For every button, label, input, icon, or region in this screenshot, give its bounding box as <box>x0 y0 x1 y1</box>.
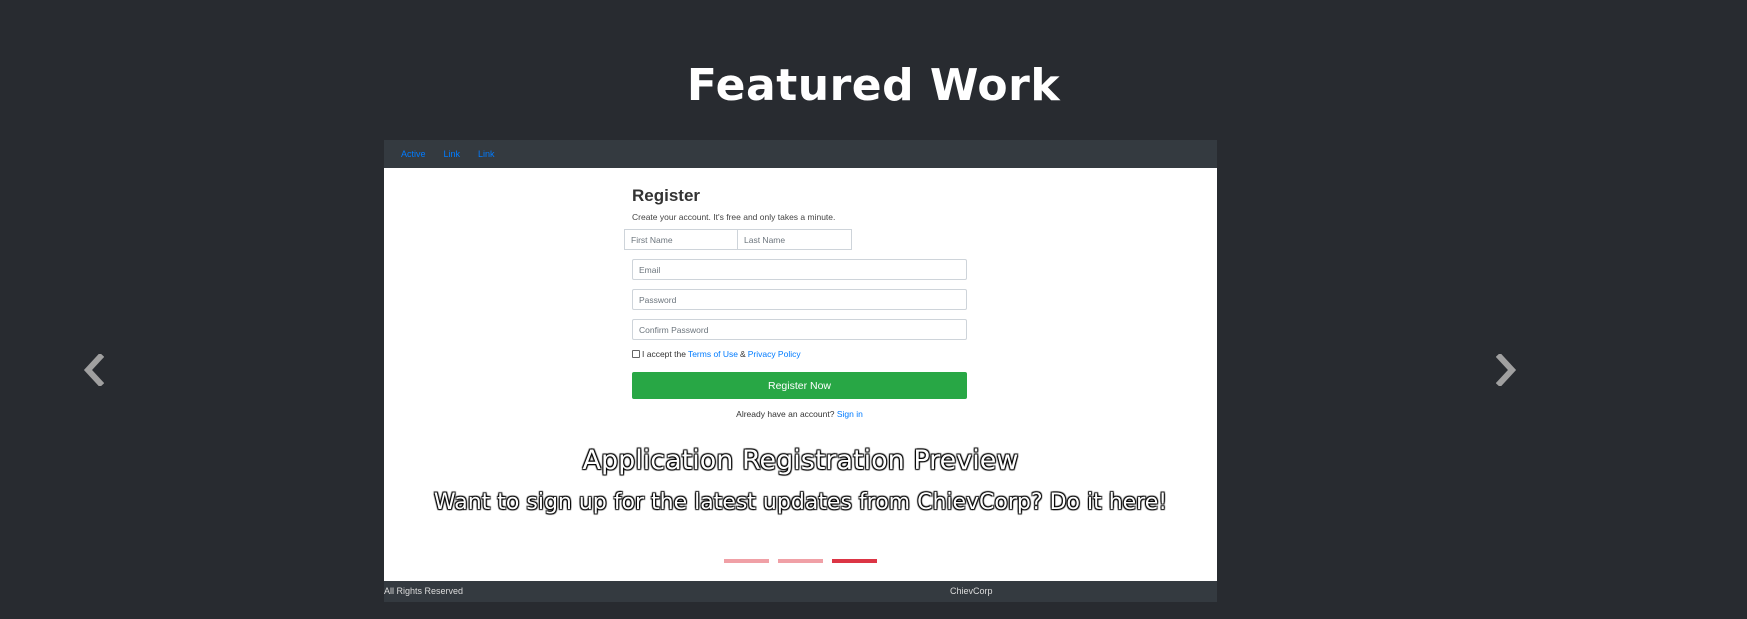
register-title: Register <box>632 186 701 205</box>
preview-navbar: Active Link Link <box>384 140 1217 168</box>
page: Featured Work Active Link Link Register … <box>0 0 1747 619</box>
carousel-next-button[interactable] <box>1492 350 1522 390</box>
carousel-prev-button[interactable] <box>78 350 108 390</box>
terms-of-use-link[interactable]: Terms of Use <box>688 349 738 359</box>
last-name-field[interactable]: Last Name <box>738 229 852 250</box>
register-now-button[interactable]: Register Now <box>632 372 967 399</box>
password-field[interactable]: Password <box>632 289 967 310</box>
signin-link[interactable]: Sign in <box>837 409 863 419</box>
footer-bar: All Rights Reserved ChievCorp <box>384 581 1217 602</box>
carousel-indicator-3[interactable] <box>832 559 877 563</box>
section-title: Featured Work <box>686 60 1061 111</box>
register-form: Register Create your account. It's free … <box>624 186 967 419</box>
signin-prefix: Already have an account? <box>736 409 835 419</box>
preview-nav-active[interactable]: Active <box>401 149 426 159</box>
terms-prefix: I accept the <box>642 349 686 359</box>
chevron-left-icon <box>83 354 104 386</box>
name-row: First Name Last Name <box>624 229 967 250</box>
register-subtitle: Create your account. It's free and only … <box>632 212 836 222</box>
signin-row: Already have an account? Sign in <box>632 409 967 419</box>
first-name-field[interactable]: First Name <box>624 229 738 250</box>
carousel-indicators <box>384 559 1217 563</box>
carousel-indicator-1[interactable] <box>724 559 769 563</box>
carousel-indicator-2[interactable] <box>778 559 823 563</box>
privacy-policy-link[interactable]: Privacy Policy <box>748 349 801 359</box>
chevron-right-icon <box>1496 354 1517 386</box>
caption-title: Application Registration Preview <box>582 445 1019 476</box>
terms-amp: & <box>740 349 746 359</box>
terms-row: I accept the Terms of Use & Privacy Poli… <box>632 349 967 359</box>
confirm-password-field[interactable]: Confirm Password <box>632 319 967 340</box>
footer-brand: ChievCorp <box>950 586 993 596</box>
preview-nav-link-1[interactable]: Link <box>444 149 461 159</box>
terms-checkbox[interactable] <box>632 350 640 358</box>
footer-rights: All Rights Reserved <box>384 586 464 596</box>
email-field[interactable]: Email <box>632 259 967 280</box>
featured-work-carousel: Active Link Link Register Create your ac… <box>384 140 1217 581</box>
caption-text: Want to sign up for the latest updates f… <box>433 490 1168 515</box>
preview-nav-link-2[interactable]: Link <box>478 149 495 159</box>
